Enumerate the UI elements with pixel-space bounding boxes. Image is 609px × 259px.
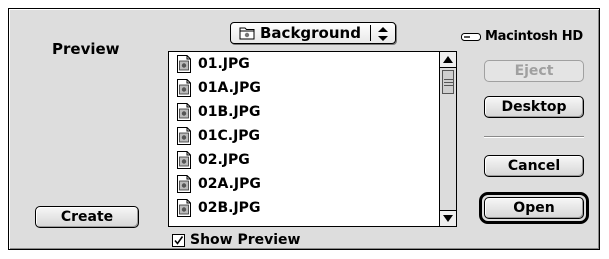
file-list-item[interactable]: 02B.JPG [169,196,440,220]
file-list-item[interactable]: 01C.JPG [169,124,440,148]
popup-divider [370,25,371,41]
folder-popup[interactable]: Background [230,22,396,44]
button-separator [484,136,584,138]
folder-popup-label: Background [260,24,361,42]
file-list-item[interactable]: 01A.JPG [169,76,440,100]
jpeg-document-icon [177,55,191,73]
file-name: 02B.JPG [198,200,261,216]
folder-icon [239,26,255,40]
file-name: 01A.JPG [198,80,261,96]
scroll-down-arrow-icon[interactable] [440,210,456,226]
jpeg-document-icon [177,127,191,145]
volume-indicator: Macintosh HD [461,29,583,44]
hard-disk-icon [461,32,481,42]
file-name: 01B.JPG [198,104,261,120]
scroll-up-arrow-icon[interactable] [440,52,456,68]
volume-label: Macintosh HD [485,29,583,44]
up-down-arrows-icon [377,26,389,42]
checkbox-checked-icon[interactable] [172,233,185,247]
file-list[interactable]: 01.JPG 01A.JPG 01B.JPG 01C.JPG 02.JPG 02A.JPG… [168,51,457,227]
create-button[interactable]: Create [35,206,139,228]
vertical-scrollbar[interactable] [439,52,456,226]
file-list-item[interactable]: 01B.JPG [169,100,440,124]
desktop-button[interactable]: Desktop [484,96,584,118]
open-button[interactable]: Open [484,197,584,219]
jpeg-document-icon [177,103,191,121]
jpeg-document-icon [177,79,191,97]
scroll-thumb[interactable] [442,70,454,94]
jpeg-document-icon [177,175,191,193]
jpeg-document-icon [177,151,191,169]
file-list-item[interactable]: 02.JPG [169,148,440,172]
preview-label: Preview [52,40,120,58]
file-name: 02.JPG [198,152,250,168]
file-list-item[interactable]: 02A.JPG [169,172,440,196]
eject-button[interactable]: Eject [484,60,584,82]
show-preview-label: Show Preview [190,232,301,248]
file-name: 02A.JPG [198,176,261,192]
show-preview-checkbox[interactable]: Show Preview [172,232,301,248]
file-list-item[interactable]: 01.JPG [169,52,440,76]
file-list-rows: 01.JPG 01A.JPG 01B.JPG 01C.JPG 02.JPG 02A.JPG… [169,52,440,220]
file-name: 01.JPG [198,56,250,72]
file-name: 01C.JPG [198,128,261,144]
cancel-button[interactable]: Cancel [484,155,584,177]
open-file-dialog: Preview Create Background Macintosh HD 0… [8,8,600,250]
jpeg-document-icon [177,199,191,217]
